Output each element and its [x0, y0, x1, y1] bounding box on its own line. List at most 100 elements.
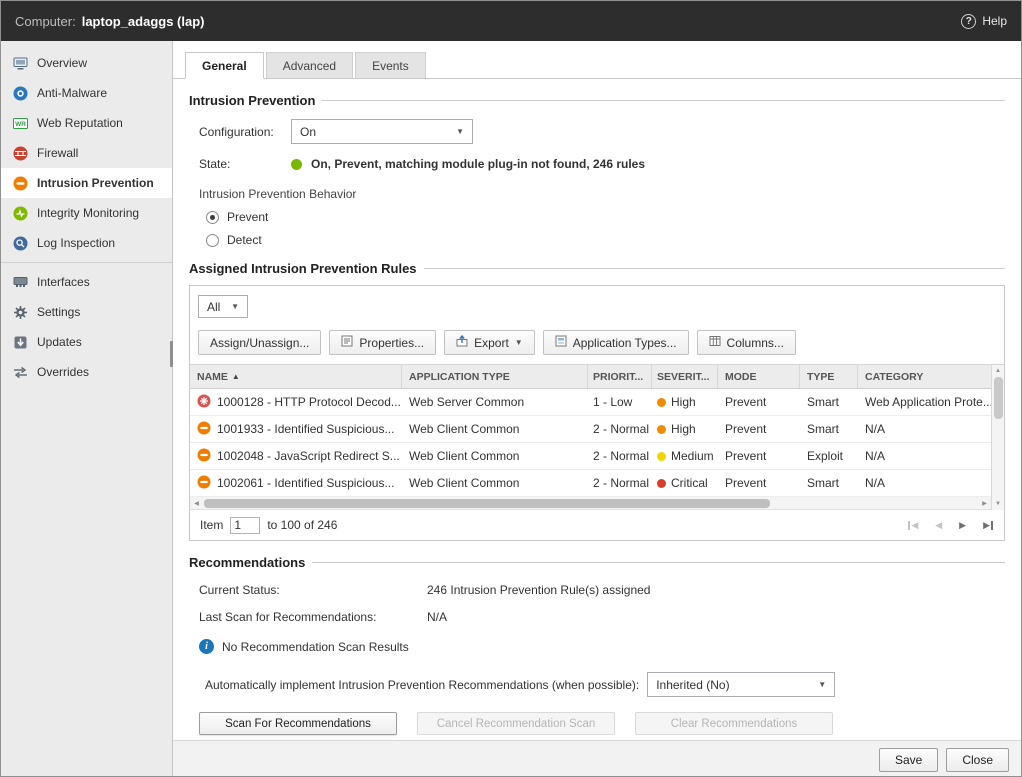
exploit-rule-icon — [197, 394, 211, 411]
tab-events[interactable]: Events — [355, 52, 426, 78]
column-header-priority[interactable]: PRIORIT... — [588, 365, 652, 388]
tab-advanced[interactable]: Advanced — [266, 52, 353, 78]
last-page-button[interactable]: ▶ — [983, 520, 994, 531]
intrusion-prevention-icon — [12, 175, 28, 191]
sidebar-item-intrusion-prevention[interactable]: Intrusion Prevention — [1, 168, 172, 198]
vertical-scrollbar-thumb[interactable] — [994, 377, 1003, 419]
horizontal-scrollbar-thumb[interactable] — [204, 499, 770, 508]
table-row[interactable]: 1002048 - JavaScript Redirect S... Web C… — [190, 443, 991, 470]
first-page-button: ◀ — [907, 520, 918, 531]
column-header-severity[interactable]: SEVERIT... — [652, 365, 718, 388]
gear-icon — [12, 304, 28, 320]
column-header-category[interactable]: CATEGORY — [858, 365, 998, 388]
properties-button[interactable]: Properties... — [329, 330, 436, 355]
tab-general[interactable]: General — [185, 52, 264, 79]
column-header-name[interactable]: NAME▲ — [190, 365, 402, 388]
help-button[interactable]: ? Help — [961, 14, 1007, 29]
radio-detect[interactable]: Detect — [206, 233, 1005, 247]
vertical-scrollbar[interactable]: ▲ ▼ — [991, 365, 1004, 510]
state-ok-dot — [291, 159, 302, 170]
radio-prevent[interactable]: Prevent — [206, 210, 1005, 224]
rule-name: 1000128 - HTTP Protocol Decod... — [217, 395, 401, 409]
scroll-up-icon[interactable]: ▲ — [995, 367, 1001, 375]
configuration-select[interactable]: On ▼ — [291, 119, 473, 144]
rule-severity: Critical — [671, 476, 708, 490]
sidebar-resize-handle[interactable] — [170, 341, 173, 367]
info-icon: i — [199, 639, 214, 654]
export-button[interactable]: Export ▼ — [444, 330, 535, 355]
rule-category: Web Application Prote... — [858, 395, 998, 409]
scroll-down-icon[interactable]: ▼ — [995, 500, 1001, 508]
sidebar-item-label: Anti-Malware — [37, 86, 107, 100]
rule-type: Smart — [800, 476, 858, 490]
auto-implement-select[interactable]: Inherited (No) ▼ — [647, 672, 835, 697]
rules-pager: Item to 100 of 246 ◀ ◀ ▶ ▶ — [190, 510, 1004, 540]
sidebar-divider — [1, 262, 172, 263]
pager-item-input[interactable] — [230, 517, 260, 534]
sidebar-item-interfaces[interactable]: Interfaces — [1, 267, 172, 297]
rule-name: 1001933 - Identified Suspicious... — [217, 422, 394, 436]
column-header-type[interactable]: TYPE — [800, 365, 858, 388]
rules-filter-value: All — [207, 300, 220, 314]
sidebar-item-label: Web Reputation — [37, 116, 123, 130]
rules-toolbar: Assign/Unassign... Properties... Export … — [190, 327, 1004, 364]
assign-unassign-button[interactable]: Assign/Unassign... — [198, 330, 321, 355]
rules-filter-select[interactable]: All ▼ — [198, 295, 248, 318]
close-button[interactable]: Close — [946, 748, 1009, 772]
rule-priority: 2 - Normal — [588, 422, 652, 436]
sidebar-item-anti-malware[interactable]: Anti-Malware — [1, 78, 172, 108]
button-label: Properties... — [359, 336, 424, 350]
button-label: Export — [474, 336, 509, 350]
sidebar-item-overrides[interactable]: Overrides — [1, 357, 172, 387]
scan-for-recommendations-button[interactable]: Scan For Recommendations — [199, 712, 397, 735]
configuration-label: Configuration: — [199, 125, 291, 139]
recommendations-heading: Recommendations — [189, 555, 1005, 570]
state-text: On, Prevent, matching module plug-in not… — [311, 157, 645, 171]
table-row[interactable]: 1001933 - Identified Suspicious... Web C… — [190, 416, 991, 443]
web-reputation-icon: WR — [12, 115, 28, 131]
table-row[interactable]: 1002061 - Identified Suspicious... Web C… — [190, 470, 991, 497]
columns-button[interactable]: Columns... — [697, 330, 796, 355]
sidebar-item-updates[interactable]: Updates — [1, 327, 172, 357]
no-scan-results-text: No Recommendation Scan Results — [222, 640, 409, 654]
sidebar-item-log-inspection[interactable]: Log Inspection — [1, 228, 172, 258]
behavior-label: Intrusion Prevention Behavior — [199, 187, 1005, 201]
save-button[interactable]: Save — [879, 748, 938, 772]
sidebar-item-settings[interactable]: Settings — [1, 297, 172, 327]
application-types-button[interactable]: Application Types... — [543, 330, 689, 355]
column-header-mode[interactable]: MODE — [718, 365, 800, 388]
horizontal-scrollbar[interactable]: ◀ ▶ — [190, 497, 991, 510]
sidebar-item-label: Interfaces — [37, 275, 90, 289]
sidebar-item-label: Overview — [37, 56, 87, 70]
log-inspection-icon — [12, 235, 28, 251]
scroll-right-icon[interactable]: ▶ — [978, 500, 991, 507]
updates-icon — [12, 334, 28, 350]
next-page-button[interactable]: ▶ — [959, 520, 966, 531]
column-header-application-type[interactable]: APPLICATION TYPE — [402, 365, 588, 388]
section-title: Intrusion Prevention — [189, 93, 315, 108]
current-status-value: 246 Intrusion Prevention Rule(s) assigne… — [427, 583, 650, 597]
sidebar: Overview Anti-Malware WR Web Reputation … — [1, 41, 173, 777]
sidebar-item-overview[interactable]: Overview — [1, 48, 172, 78]
sidebar-item-web-reputation[interactable]: WR Web Reputation — [1, 108, 172, 138]
severity-dot — [657, 425, 666, 434]
rules-table-header: NAME▲ APPLICATION TYPE PRIORIT... SEVERI… — [190, 365, 991, 389]
sidebar-item-label: Intrusion Prevention — [37, 176, 154, 190]
table-row[interactable]: 1000128 - HTTP Protocol Decod... Web Ser… — [190, 389, 991, 416]
intrusion-prevention-heading: Intrusion Prevention — [189, 93, 1005, 108]
rule-severity: High — [671, 422, 696, 436]
scroll-left-icon[interactable]: ◀ — [190, 500, 203, 507]
prev-page-button: ◀ — [935, 520, 942, 531]
rule-application-type: Web Client Common — [402, 476, 588, 490]
last-scan-value: N/A — [427, 610, 447, 624]
anti-malware-icon — [12, 85, 28, 101]
sidebar-item-firewall[interactable]: Firewall — [1, 138, 172, 168]
radio-detect-label: Detect — [227, 233, 262, 247]
ips-rule-icon — [197, 475, 211, 492]
rule-type: Smart — [800, 395, 858, 409]
configuration-value: On — [300, 125, 316, 139]
radio-selected-icon — [206, 211, 219, 224]
pager-item-label: Item — [200, 518, 223, 532]
rule-priority: 1 - Low — [588, 395, 652, 409]
sidebar-item-integrity-monitoring[interactable]: Integrity Monitoring — [1, 198, 172, 228]
